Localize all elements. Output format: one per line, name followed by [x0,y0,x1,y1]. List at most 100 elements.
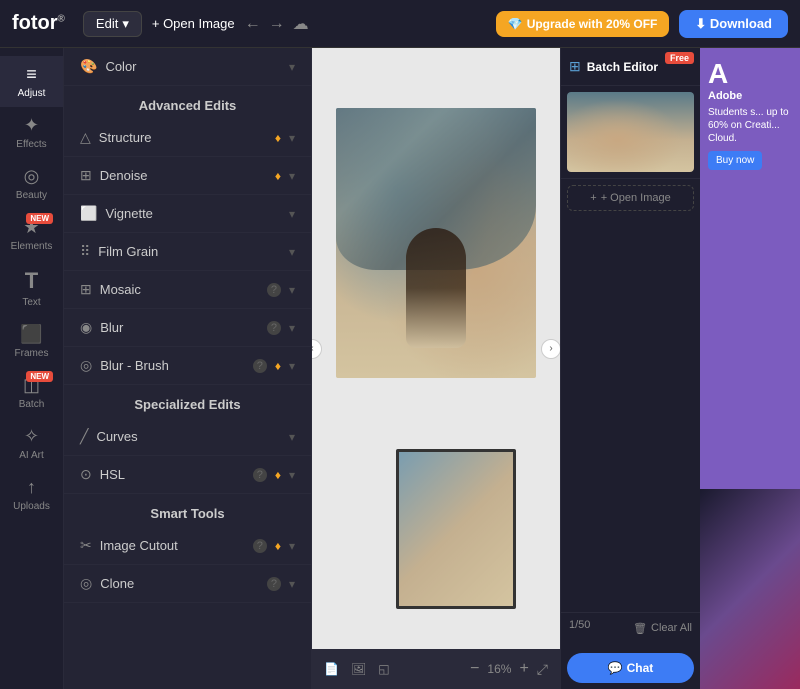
upgrade-button[interactable]: 💎 Upgrade with 20% OFF [496,11,670,37]
batch-editor-icon: ⊞ [569,58,581,75]
blur-help-icon[interactable]: ? [267,321,281,335]
ad-brand: Adobe [708,90,792,102]
edit-button[interactable]: Edit ▾ [83,11,142,37]
right-panel: ⊞ Batch Editor Free + + Open Image 1/50 … [560,48,700,689]
sidebar-item-effects[interactable]: ✦ Effects [0,107,63,158]
panel-item-hsl[interactable]: ⊙ HSL ? ♦ ▾ [64,456,311,494]
chevron-curves-icon: ▾ [289,430,295,444]
panel-item-image-cutout[interactable]: ✂ Image Cutout ? ♦ ▾ [64,527,311,565]
adobe-logo: A [708,58,792,90]
layers-icon: ◱ [378,662,389,676]
ai-art-icon: ✧ [24,426,39,447]
panel-item-blur-brush[interactable]: ◎ Blur - Brush ? ♦ ▾ [64,347,311,385]
main-photo [336,108,536,378]
file-icon: 📄 [324,662,339,676]
smart-tools-header: Smart Tools [64,494,311,527]
topbar: fotor® Edit ▾ + Open Image ← → ☁ 💎 Upgra… [0,0,800,48]
download-button[interactable]: ⬇ Download [679,10,788,38]
trash-icon: 🗑 [633,622,647,635]
chevron-blur-icon: ▾ [289,321,295,335]
redo-icon[interactable]: → [269,15,285,33]
image-cutout-help-icon[interactable]: ? [253,539,267,553]
batch-editor-header: ⊞ Batch Editor Free [561,48,700,86]
panel-item-structure[interactable]: △ Structure ♦ ▾ [64,119,311,157]
diamond-icon: 💎 [508,17,523,31]
undo-icon[interactable]: ← [245,15,261,33]
chevron-blur-brush-icon: ▾ [289,359,295,373]
chevron-film-grain-icon: ▾ [289,245,295,259]
image-cutout-icon: ✂ [80,537,92,554]
sidebar-item-text[interactable]: T Text [0,260,63,316]
plus-icon: + [590,192,596,204]
batch-footer: 1/50 🗑 Clear All [561,612,700,647]
sidebar-item-elements[interactable]: NEW ★ Elements [0,209,63,260]
panel-item-mosaic[interactable]: ⊞ Mosaic ? ▾ [64,271,311,309]
main-area: ≡ Adjust ✦ Effects ◎ Beauty NEW ★ Elemen… [0,48,800,689]
sidebar-item-ai-art[interactable]: ✧ AI Art [0,418,63,469]
fit-screen-button[interactable]: ⤢ [537,661,548,678]
ad-bottom-image [700,489,800,689]
premium-hsl-icon: ♦ [275,468,281,482]
hsl-help-icon[interactable]: ? [253,468,267,482]
adjust-icon: ≡ [26,64,37,85]
blur-brush-icon: ◎ [80,357,92,374]
panel-item-denoise[interactable]: ⊞ Denoise ♦ ▾ [64,157,311,195]
premium-cutout-icon: ♦ [275,539,281,553]
right-panel-expand-button[interactable]: › [541,339,560,359]
canvas-bottom-bar: 📄 🖼 ◱ − 16% + ⤢ [312,649,560,689]
color-icon: 🎨 [80,58,97,75]
batch-new-badge: NEW [26,371,53,382]
panel-item-blur[interactable]: ◉ Blur ? ▾ [64,309,311,347]
panel-item-vignette[interactable]: ⬜ Vignette ▾ [64,195,311,233]
panel-item-color[interactable]: 🎨 Color ▾ [64,48,311,86]
batch-counter: 1/50 [569,619,590,631]
batch-image-item [561,86,700,179]
chevron-clone-icon: ▾ [289,577,295,591]
ad-buy-button[interactable]: Buy now [708,151,762,170]
premium-denoise-icon: ♦ [275,169,281,183]
sidebar-item-batch[interactable]: NEW ◫ Batch [0,367,63,418]
premium-blur-brush-icon: ♦ [275,359,281,373]
advanced-edits-header: Advanced Edits [64,86,311,119]
cloud-icon[interactable]: ☁ [293,14,309,34]
film-grain-icon: ⠿ [80,243,90,260]
panel-item-clone[interactable]: ◎ Clone ? ▾ [64,565,311,603]
sidebar-item-beauty[interactable]: ◎ Beauty [0,158,63,209]
sidebar-item-adjust[interactable]: ≡ Adjust [0,56,63,107]
mosaic-help-icon[interactable]: ? [267,283,281,297]
canvas-area: ‹ › 📄 🖼 ◱ − 16% + ⤢ [312,48,560,689]
free-badge: Free [665,52,694,64]
zoom-controls: − 16% + ⤢ [470,660,548,678]
structure-icon: △ [80,129,91,146]
specialized-edits-header: Specialized Edits [64,385,311,418]
premium-structure-icon: ♦ [275,131,281,145]
thumbnail-photo [396,449,516,609]
chevron-cutout-icon: ▾ [289,539,295,553]
chat-button[interactable]: 💬 Chat [567,653,694,683]
clone-icon: ◎ [80,575,92,592]
vignette-icon: ⬜ [80,205,97,222]
frames-icon: ⬛ [20,324,42,345]
zoom-out-button[interactable]: − [470,660,479,678]
clone-help-icon[interactable]: ? [267,577,281,591]
logo: fotor® [12,12,65,35]
effects-icon: ✦ [24,115,39,136]
batch-open-image-button[interactable]: + + Open Image [567,185,694,211]
blur-icon: ◉ [80,319,92,336]
chevron-down-icon: ▾ [122,16,129,32]
batch-editor-label: Batch Editor [587,60,658,74]
blur-brush-help-icon[interactable]: ? [253,359,267,373]
clear-all-button[interactable]: 🗑 Clear All [633,622,692,635]
sidebar-item-frames[interactable]: ⬛ Frames [0,316,63,367]
panel-item-film-grain[interactable]: ⠿ Film Grain ▾ [64,233,311,271]
sidebar-item-uploads[interactable]: ↑ Uploads [0,469,63,520]
zoom-in-button[interactable]: + [519,660,528,678]
uploads-icon: ↑ [27,477,36,498]
zoom-level: 16% [487,662,511,676]
batch-thumb [567,92,694,172]
text-icon: T [25,268,38,294]
panel-collapse-button[interactable]: ‹ [312,339,322,359]
chevron-structure-icon: ▾ [289,131,295,145]
panel-item-curves[interactable]: ╱ Curves ▾ [64,418,311,456]
open-image-button[interactable]: + Open Image [152,16,235,31]
